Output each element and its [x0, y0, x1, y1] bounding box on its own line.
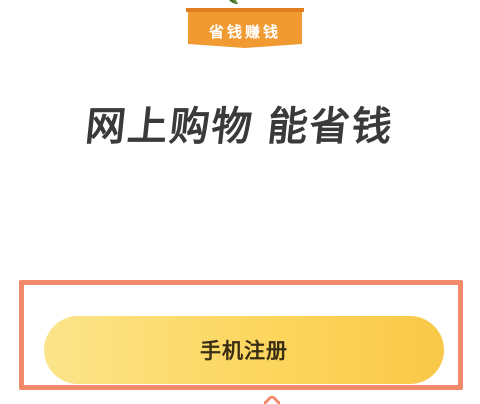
pointer-arrow-icon [264, 396, 280, 404]
phone-register-label: 手机注册 [200, 339, 288, 363]
banner-text: 省钱赚钱 [208, 23, 281, 41]
app-screen: 省钱赚钱 网上购物 能省钱 手机注册 [0, 0, 480, 404]
slogan-title: 网上购物 能省钱 [0, 94, 480, 152]
slogan-part-2: 能省钱 [265, 104, 396, 150]
slogan-part-1: 网上购物 [83, 104, 256, 150]
phone-register-button[interactable]: 手机注册 [44, 316, 444, 384]
savings-banner: 省钱赚钱 [186, 4, 304, 48]
